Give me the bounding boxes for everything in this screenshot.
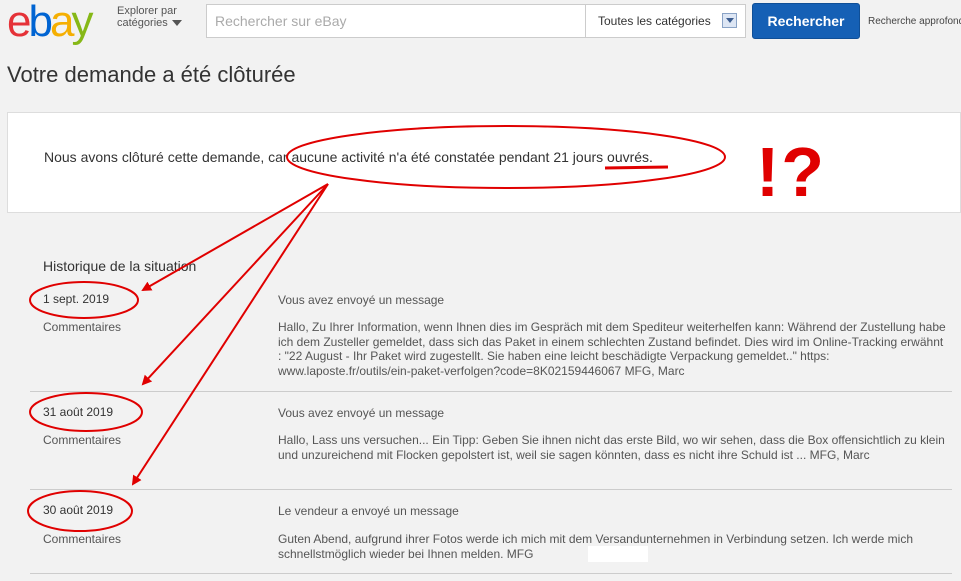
divider <box>30 391 952 392</box>
search-bar: Toutes les catégories <box>206 4 746 38</box>
entry-date: 30 août 2019 <box>43 503 114 517</box>
page-title: Votre demande a été clôturée <box>7 62 296 87</box>
entry-message: Hallo, Lass uns versuchen... Ein Tipp: G… <box>278 433 945 462</box>
ebay-logo[interactable]: ebay <box>7 0 93 46</box>
entry-comments-label: Commentaires <box>43 532 122 546</box>
entry-date: 31 août 2019 <box>43 405 114 419</box>
redaction-box <box>588 546 648 562</box>
entry-kind: Le vendeur a envoyé un message <box>278 504 459 518</box>
history-title: Historique de la situation <box>43 258 197 274</box>
divider <box>30 573 952 574</box>
logo-letter-a: a <box>49 0 75 46</box>
chevron-down-icon[interactable] <box>722 13 737 28</box>
entry-comments-label: Commentaires <box>43 433 122 447</box>
divider <box>30 489 952 490</box>
category-select-value: Toutes les catégories <box>598 14 711 28</box>
logo-letter-e: e <box>7 0 32 46</box>
advanced-search-link[interactable]: Recherche approfondie <box>868 16 961 27</box>
closure-message: Nous avons clôturé cette demande, car au… <box>44 149 653 165</box>
entry-message: Hallo, Zu Ihrer Information, wenn Ihnen … <box>278 320 946 378</box>
logo-letter-y: y <box>71 0 93 46</box>
search-input[interactable] <box>207 5 585 37</box>
explore-label-line1: Explorer par <box>117 5 177 17</box>
entry-date: 1 sept. 2019 <box>43 292 110 306</box>
logo-letter-b: b <box>28 0 53 46</box>
annotation-text: !? <box>756 133 827 211</box>
explore-label-line2: catégories <box>117 17 168 29</box>
category-select[interactable]: Toutes les catégories <box>585 5 745 37</box>
explore-categories-button[interactable]: Explorer par catégories <box>117 5 182 29</box>
entry-comments-label: Commentaires <box>43 320 122 334</box>
search-button[interactable]: Rechercher <box>752 3 860 39</box>
entry-kind: Vous avez envoyé un message <box>278 406 445 420</box>
header: ebay Explorer par catégories Toutes les … <box>0 0 961 48</box>
caret-down-icon <box>171 20 182 27</box>
entry-kind: Vous avez envoyé un message <box>278 293 445 307</box>
